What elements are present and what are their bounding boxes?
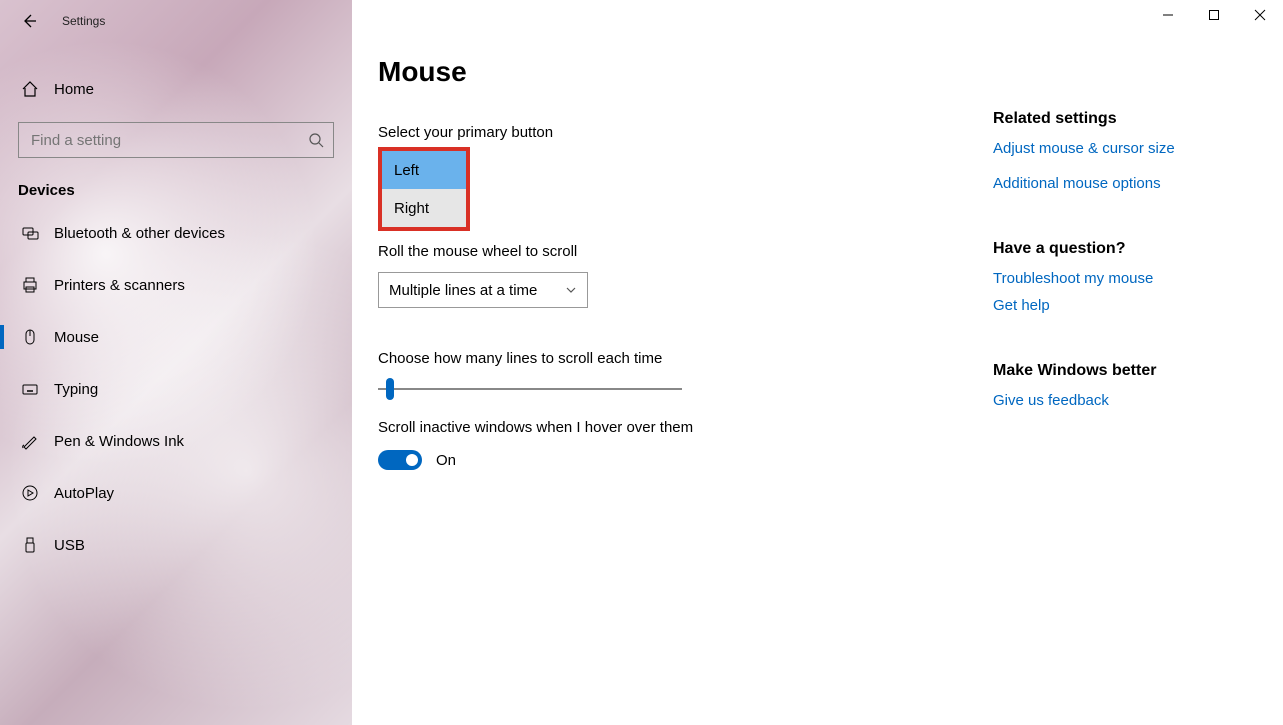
link-additional-mouse-options[interactable]: Additional mouse options (993, 175, 1259, 192)
minimize-button[interactable] (1145, 0, 1191, 30)
toggle-state: On (436, 452, 456, 469)
arrow-left-icon (20, 12, 38, 30)
autoplay-icon (18, 484, 42, 502)
nav-item-label: USB (54, 537, 85, 554)
nav-usb[interactable]: USB (0, 519, 352, 571)
nav-printers[interactable]: Printers & scanners (0, 259, 352, 311)
search-icon (308, 132, 324, 148)
link-troubleshoot-mouse[interactable]: Troubleshoot my mouse (993, 270, 1259, 287)
nav-typing[interactable]: Typing (0, 363, 352, 415)
nav-item-label: Pen & Windows Ink (54, 433, 184, 450)
make-windows-better-head: Make Windows better (993, 362, 1259, 380)
search-container (18, 122, 334, 158)
lines-slider[interactable] (378, 377, 682, 401)
nav-item-label: Bluetooth & other devices (54, 225, 225, 242)
lines-label: Choose how many lines to scroll each tim… (378, 350, 993, 367)
slider-track (378, 388, 682, 390)
bluetooth-icon (18, 224, 42, 242)
back-button[interactable] (18, 10, 40, 32)
primary-button-label: Select your primary button (378, 124, 993, 141)
search-input[interactable] (18, 122, 334, 158)
nav-item-label: Printers & scanners (54, 277, 185, 294)
home-icon (18, 80, 42, 98)
nav-item-label: Mouse (54, 329, 99, 346)
link-get-help[interactable]: Get help (993, 297, 1259, 314)
page-title: Mouse (378, 56, 993, 88)
window-controls (1145, 0, 1283, 30)
printer-icon (18, 276, 42, 294)
toggle-knob (406, 454, 418, 466)
section-header: Devices (0, 158, 352, 207)
content: Mouse Select your primary button Roll th… (352, 0, 993, 725)
inactive-windows-toggle[interactable] (378, 450, 422, 470)
minimize-icon (1162, 9, 1174, 21)
chevron-down-icon (565, 284, 577, 296)
maximize-icon (1208, 9, 1220, 21)
scroll-wheel-dropdown[interactable]: Multiple lines at a time (378, 272, 588, 308)
mouse-icon (18, 328, 42, 346)
nav-item-label: Typing (54, 381, 98, 398)
link-adjust-mouse-cursor-size[interactable]: Adjust mouse & cursor size (993, 140, 1259, 157)
have-question-head: Have a question? (993, 240, 1259, 258)
maximize-button[interactable] (1191, 0, 1237, 30)
close-button[interactable] (1237, 0, 1283, 30)
usb-icon (18, 536, 42, 554)
pen-icon (18, 432, 42, 450)
nav-bluetooth[interactable]: Bluetooth & other devices (0, 207, 352, 259)
close-icon (1254, 9, 1266, 21)
primary-button-dropdown-open: Left Right (378, 147, 470, 231)
primary-button-option-right[interactable]: Right (382, 189, 466, 227)
app-title: Settings (62, 14, 105, 28)
nav-home-label: Home (54, 81, 94, 98)
inactive-windows-toggle-row: On (378, 450, 993, 470)
titlebar: Settings (0, 6, 352, 36)
inactive-windows-label: Scroll inactive windows when I hover ove… (378, 419, 993, 436)
slider-thumb[interactable] (386, 378, 394, 400)
nav-item-label: AutoPlay (54, 485, 114, 502)
related-settings-head: Related settings (993, 110, 1259, 128)
nav-home[interactable]: Home (0, 64, 352, 114)
primary-button-option-left[interactable]: Left (382, 151, 466, 189)
keyboard-icon (18, 380, 42, 398)
nav-mouse[interactable]: Mouse (0, 311, 352, 363)
link-give-feedback[interactable]: Give us feedback (993, 392, 1259, 409)
sidebar: Settings Home Devices Bluetooth & other … (0, 0, 352, 725)
nav-autoplay[interactable]: AutoPlay (0, 467, 352, 519)
scroll-wheel-label: Roll the mouse wheel to scroll (378, 243, 993, 260)
scroll-wheel-value: Multiple lines at a time (389, 282, 537, 299)
related-pane: Related settings Adjust mouse & cursor s… (993, 0, 1283, 725)
settings-window: Settings Home Devices Bluetooth & other … (0, 0, 1283, 725)
nav-pen[interactable]: Pen & Windows Ink (0, 415, 352, 467)
